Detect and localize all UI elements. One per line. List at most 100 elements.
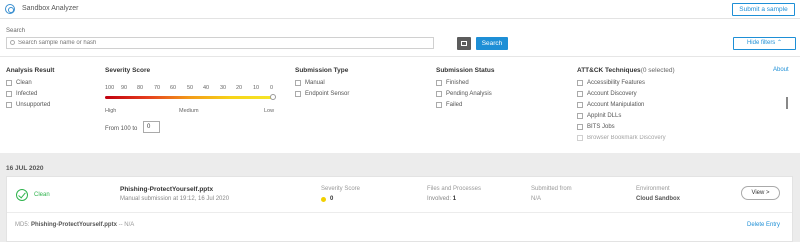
delete-entry-link[interactable]: Delete Entry <box>747 222 780 228</box>
checkbox[interactable] <box>295 91 301 97</box>
chevron-up-icon: ⌃ <box>776 40 783 46</box>
filter-option-endpoint-sensor[interactable]: Endpoint Sensor <box>295 91 349 100</box>
severity-medium-label: Medium <box>179 108 199 114</box>
severity-to-input[interactable]: 0 <box>143 121 160 133</box>
files-involved-value: Involved: 1 <box>427 196 456 202</box>
option-label: Accessibility Features <box>587 80 646 86</box>
severity-score-label: Severity Score <box>321 186 361 192</box>
severity-tick: 70 <box>154 85 161 91</box>
filter-option-account-manipulation[interactable]: Account Manipulation <box>577 102 644 111</box>
search-label: Search <box>6 28 26 34</box>
severity-dot-icon <box>321 197 326 202</box>
option-label: Unsupported <box>16 102 51 108</box>
checkbox[interactable] <box>436 80 442 86</box>
checkbox[interactable] <box>577 113 583 119</box>
search-button[interactable]: Search <box>476 37 508 50</box>
files-involved-prefix: Involved: <box>427 196 452 202</box>
hide-filters-label: Hide filters <box>746 40 776 46</box>
checkbox[interactable] <box>577 80 583 86</box>
submission-status-title: Submission Status <box>436 67 495 74</box>
filter-option-account-discovery[interactable]: Account Discovery <box>577 91 637 100</box>
result-card: Clean Phishing-ProtectYourself.pptx Manu… <box>6 176 793 242</box>
md5-row: MD5: Phishing-ProtectYourself.pptx -- N/… <box>15 222 134 228</box>
analysis-result-title: Analysis Result <box>6 67 55 74</box>
filter-option-pending-analysis[interactable]: Pending Analysis <box>436 91 492 100</box>
severity-low-label: Low <box>264 108 275 114</box>
severity-slider-track[interactable] <box>105 96 273 99</box>
severity-tick: 60 <box>170 85 177 91</box>
option-label: AppInit DLLs <box>587 113 622 119</box>
option-label: Account Discovery <box>587 91 637 97</box>
option-label: Clean <box>16 80 32 86</box>
checkbox[interactable] <box>577 135 583 141</box>
files-processes-label: Files and Processes <box>427 186 482 192</box>
attack-selected-count: (0 selected) <box>640 67 675 74</box>
card-divider <box>7 212 792 213</box>
submission-type-title: Submission Type <box>295 67 349 74</box>
filter-option-clean[interactable]: Clean <box>6 80 32 89</box>
status-label: Clean <box>34 192 50 198</box>
severity-tick: 20 <box>236 85 243 91</box>
option-label: Manual <box>305 80 325 86</box>
severity-tick: 100 <box>105 85 115 91</box>
option-label: Browser Bookmark Discovery <box>587 135 666 141</box>
severity-score-title: Severity Score <box>105 67 151 74</box>
hide-filters-button[interactable]: Hide filters ⌃ <box>733 37 796 50</box>
check-circle-icon <box>16 189 28 201</box>
severity-tick: 40 <box>203 85 210 91</box>
checkbox[interactable] <box>577 102 583 108</box>
checkbox[interactable] <box>6 80 12 86</box>
attack-techniques-title: ATT&CK Techniques(0 selected) <box>577 67 675 74</box>
checkbox[interactable] <box>436 102 442 108</box>
severity-tick: 30 <box>220 85 227 91</box>
severity-tick: 80 <box>137 85 144 91</box>
checkbox[interactable] <box>577 124 583 130</box>
option-label: Failed <box>446 102 463 108</box>
severity-score-value: 0 <box>330 196 334 202</box>
view-button[interactable]: View > <box>741 186 780 200</box>
filter-option-unsupported[interactable]: Unsupported <box>6 102 50 111</box>
option-label: Infected <box>16 91 38 97</box>
filter-option-appinit-dlls[interactable]: AppInit DLLs <box>577 113 621 122</box>
checkbox[interactable] <box>436 91 442 97</box>
environment-value: Cloud Sandbox <box>636 196 680 202</box>
severity-range-label: From 100 to <box>105 126 138 132</box>
checkbox[interactable] <box>577 91 583 97</box>
about-link[interactable]: About <box>773 67 789 73</box>
option-label: BITS Jobs <box>587 124 615 130</box>
search-input[interactable] <box>6 37 434 49</box>
submission-note: Manual submission at 19:12, 16 Jul 2020 <box>120 196 230 202</box>
attack-list-scrollbar[interactable] <box>786 97 788 109</box>
checkbox[interactable] <box>6 91 12 97</box>
calendar-icon <box>461 41 467 46</box>
filter-option-finished[interactable]: Finished <box>436 80 469 89</box>
environment-label: Environment <box>636 186 670 192</box>
checkbox[interactable] <box>6 102 12 108</box>
option-label: Endpoint Sensor <box>305 91 350 97</box>
filter-option-bits-jobs[interactable]: BITS Jobs <box>577 124 615 133</box>
severity-tick: 50 <box>187 85 194 91</box>
file-name: Phishing-ProtectYourself.pptx <box>120 186 214 193</box>
submit-sample-button[interactable]: Submit a sample <box>732 3 795 16</box>
sandbox-logo-icon <box>5 4 15 14</box>
severity-tick: 10 <box>253 85 260 91</box>
calendar-button[interactable] <box>457 37 471 50</box>
app-title: Sandbox Analyzer <box>22 5 79 12</box>
severity-tick: 0 <box>270 85 274 91</box>
attack-title-text: ATT&CK Techniques <box>577 67 641 74</box>
filters-divider <box>0 56 800 57</box>
filters-panel: Search Search Hide filters ⌃ Analysis Re… <box>0 19 800 153</box>
checkbox[interactable] <box>295 80 301 86</box>
submitted-from-value: N/A <box>531 196 542 202</box>
severity-slider-handle[interactable] <box>270 94 276 100</box>
filter-option-manual[interactable]: Manual <box>295 80 325 89</box>
md5-value: -- N/A <box>118 222 135 228</box>
filter-option-infected[interactable]: Infected <box>6 91 37 100</box>
filter-option-browser-bookmark-discovery[interactable]: Browser Bookmark Discovery <box>577 135 666 144</box>
severity-tick: 90 <box>121 85 128 91</box>
files-involved-count: 1 <box>452 196 457 202</box>
filter-option-failed[interactable]: Failed <box>436 102 462 111</box>
filter-option-accessibility-features[interactable]: Accessibility Features <box>577 80 645 89</box>
severity-high-label: High <box>105 108 117 114</box>
top-bar: Sandbox Analyzer Submit a sample <box>0 0 800 19</box>
